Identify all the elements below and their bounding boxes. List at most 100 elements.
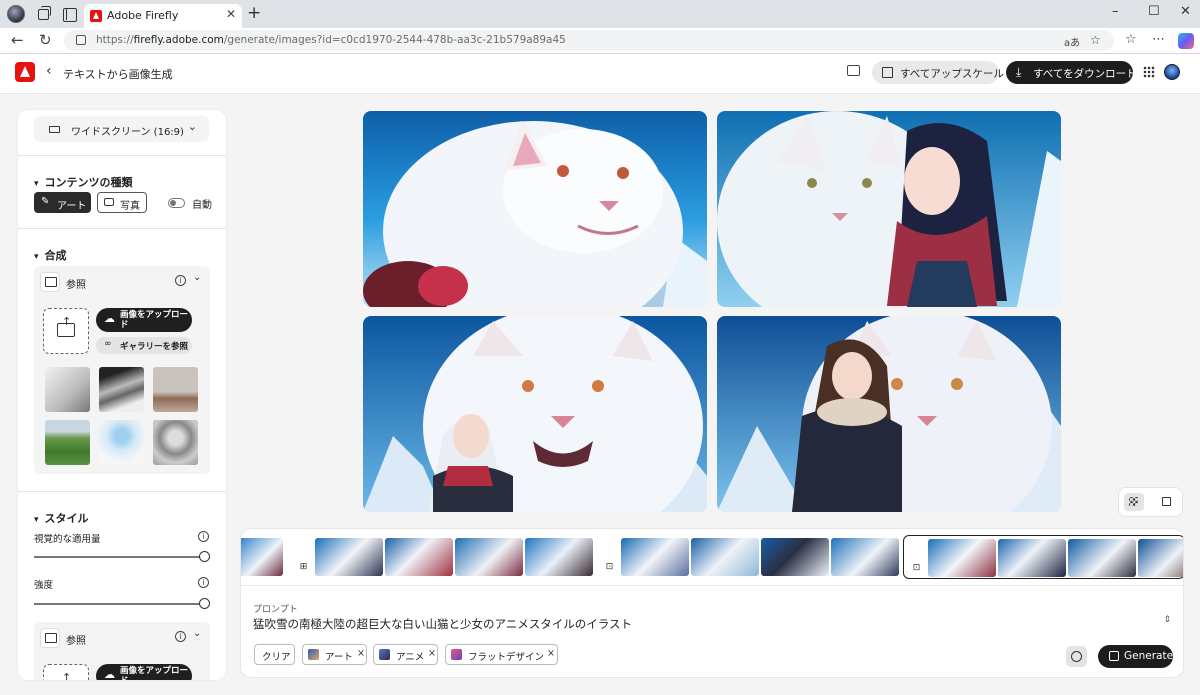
tab-close-icon[interactable]: ✕ bbox=[226, 7, 236, 21]
content-type-art-button[interactable]: ✎ アート bbox=[34, 192, 91, 213]
strength-slider-handle[interactable] bbox=[199, 598, 210, 609]
site-info-icon[interactable] bbox=[76, 35, 86, 45]
history-thumbnail[interactable] bbox=[1138, 539, 1183, 577]
history-thumbnail[interactable] bbox=[831, 538, 899, 576]
expand-icon[interactable]: ⇕ bbox=[1163, 615, 1171, 625]
download-all-label: すべてをダウンロード bbox=[1033, 68, 1137, 80]
apps-grid-icon[interactable] bbox=[1143, 66, 1155, 78]
history-thumbnail[interactable] bbox=[1068, 539, 1136, 577]
info-icon[interactable]: i bbox=[175, 275, 186, 286]
history-thumbnail[interactable] bbox=[621, 538, 689, 576]
reference-thumbnail[interactable] bbox=[45, 367, 90, 412]
history-thumbnail[interactable] bbox=[315, 538, 383, 576]
feedback-icon[interactable] bbox=[847, 65, 860, 76]
history-group[interactable]: ⊞ bbox=[291, 535, 593, 579]
read-aloud-icon[interactable]: aあ bbox=[1064, 34, 1080, 49]
reference-thumbnail[interactable] bbox=[153, 367, 198, 412]
upscale-all-button[interactable]: すべてアップスケール bbox=[872, 61, 1004, 84]
visual-intensity-slider-handle[interactable] bbox=[199, 551, 210, 562]
info-icon[interactable]: i bbox=[198, 531, 209, 542]
back-arrow-icon[interactable]: ← bbox=[11, 31, 24, 49]
history-icon[interactable] bbox=[1066, 646, 1087, 667]
style-chip-anime[interactable]: アニメ × bbox=[373, 644, 438, 665]
upload-image-button[interactable]: ☁ 画像をアップロード bbox=[96, 308, 192, 332]
history-thumbnail[interactable] bbox=[928, 539, 996, 577]
history-thumbnail[interactable] bbox=[455, 538, 523, 576]
back-chevron-icon[interactable]: ‹ bbox=[46, 63, 52, 79]
history-thumbnail[interactable] bbox=[525, 538, 593, 576]
single-view-icon[interactable] bbox=[1162, 497, 1171, 506]
chevron-down-icon[interactable]: ⌄ bbox=[193, 628, 201, 639]
cloud-upload-icon: ☁ bbox=[104, 312, 115, 325]
generated-image-3[interactable] bbox=[363, 316, 707, 512]
style-heading[interactable]: ▾ スタイル bbox=[34, 510, 89, 526]
history-thumbnail[interactable] bbox=[998, 539, 1066, 577]
reference-thumbnail[interactable] bbox=[153, 420, 198, 465]
adobe-logo-icon[interactable] bbox=[15, 62, 35, 82]
reference-thumbnail[interactable] bbox=[45, 420, 90, 465]
style-chip-flat-design[interactable]: フラットデザイン × bbox=[445, 644, 558, 665]
browse-gallery-button[interactable]: ∞ ギャラリーを参照 bbox=[96, 337, 192, 354]
reference-thumbnail[interactable] bbox=[99, 367, 144, 412]
clear-button[interactable]: クリア bbox=[254, 644, 295, 665]
close-window-button[interactable]: ✕ bbox=[1180, 4, 1191, 19]
copilot-icon[interactable] bbox=[1178, 33, 1194, 49]
generate-button[interactable]: Generate bbox=[1098, 645, 1173, 668]
chip-thumbnail bbox=[308, 649, 319, 660]
reload-icon[interactable]: ↻ bbox=[39, 31, 52, 49]
tab-actions-icon[interactable] bbox=[60, 5, 78, 23]
history-thumbnail[interactable] bbox=[761, 538, 829, 576]
content-type-heading[interactable]: ▾ コンテンツの種類 bbox=[34, 174, 133, 190]
reference-thumbnail[interactable] bbox=[99, 420, 144, 465]
workspaces-icon[interactable] bbox=[35, 5, 53, 23]
upscale-all-label: すべてアップスケール bbox=[900, 68, 1004, 80]
history-thumbnail[interactable] bbox=[385, 538, 453, 576]
maximize-button[interactable]: ☐ bbox=[1148, 4, 1160, 19]
chevron-down-icon[interactable]: ⌄ bbox=[193, 272, 201, 283]
generated-image-4[interactable] bbox=[717, 316, 1061, 512]
content-type-photo-button[interactable]: 写真 bbox=[97, 192, 147, 213]
upload-image-button[interactable]: ☁ 画像をアップロード bbox=[96, 664, 192, 680]
divider bbox=[18, 155, 226, 156]
remove-chip-icon[interactable]: × bbox=[428, 648, 436, 659]
prompt-input[interactable]: 猛吹雪の南極大陸の超巨大な白い山猫と少女のアニメスタイルのイラスト bbox=[253, 616, 632, 632]
grid-view-icon[interactable] bbox=[1124, 493, 1144, 511]
visual-intensity-label: 視覚的な適用量 bbox=[34, 534, 101, 545]
remove-chip-icon[interactable]: × bbox=[547, 648, 555, 659]
more-menu-icon[interactable]: ⋯ bbox=[1152, 32, 1165, 47]
info-icon[interactable]: i bbox=[198, 577, 209, 588]
composition-heading[interactable]: ▾ 合成 bbox=[34, 247, 67, 263]
visual-intensity-track[interactable] bbox=[34, 556, 206, 558]
auto-toggle[interactable] bbox=[168, 198, 185, 208]
chip-thumbnail bbox=[379, 649, 390, 660]
history-thumbnail[interactable] bbox=[691, 538, 759, 576]
reference-icon bbox=[40, 628, 60, 648]
info-icon[interactable]: i bbox=[175, 631, 186, 642]
prompt-panel: ⊞ ⊡ ⊡ プロンプト 猛吹雪の南極大陸の超巨大な白い山猫と少女のアニメスタイル… bbox=[241, 529, 1183, 677]
new-tab-button[interactable]: + bbox=[247, 3, 261, 23]
generate-icon bbox=[1109, 651, 1119, 661]
history-group[interactable] bbox=[241, 535, 285, 579]
browser-profile-avatar[interactable] bbox=[7, 5, 25, 23]
aspect-ratio-select[interactable]: ワイドスクリーン (16:9) ⌄ bbox=[34, 116, 209, 142]
strength-track[interactable] bbox=[34, 603, 206, 605]
minimize-button[interactable]: – bbox=[1112, 4, 1119, 19]
reference-icon: ⊡ bbox=[603, 561, 616, 574]
style-chip-art[interactable]: アート × bbox=[302, 644, 367, 665]
history-group-selected[interactable]: ⊡ bbox=[903, 535, 1183, 579]
favorites-icon[interactable]: ☆ bbox=[1125, 32, 1137, 47]
history-thumbnail[interactable] bbox=[241, 538, 283, 576]
browser-tab-firefly[interactable]: Adobe Firefly ✕ bbox=[84, 4, 242, 28]
remove-chip-icon[interactable]: × bbox=[357, 648, 365, 659]
upload-drop-zone[interactable]: ↑ bbox=[43, 664, 89, 680]
favorite-star-icon[interactable]: ☆ bbox=[1090, 33, 1101, 47]
generated-image-2[interactable] bbox=[717, 111, 1061, 307]
url-field[interactable]: https://firefly.adobe.com/generate/image… bbox=[64, 30, 1114, 51]
history-group[interactable]: ⊡ bbox=[597, 535, 899, 579]
generated-image-1[interactable] bbox=[363, 111, 707, 307]
upload-drop-zone[interactable]: ↑ bbox=[43, 308, 89, 354]
download-all-button[interactable]: ⤓ すべてをダウンロード bbox=[1006, 61, 1137, 84]
user-avatar[interactable] bbox=[1164, 64, 1180, 80]
download-icon: ⤓ bbox=[1016, 65, 1022, 79]
cloud-upload-icon: ☁ bbox=[104, 668, 115, 680]
